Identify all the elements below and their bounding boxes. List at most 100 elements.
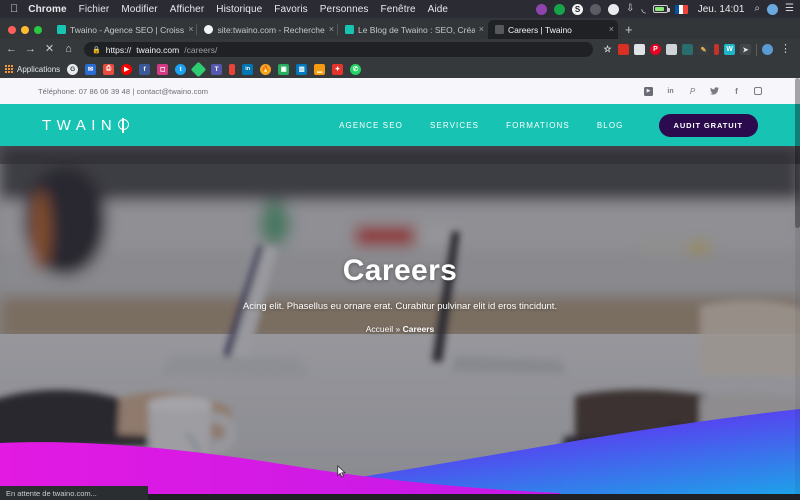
- pinterest-icon[interactable]: P: [650, 44, 661, 55]
- browser-tab[interactable]: Twaino - Agence SEO | Croiss ×: [50, 20, 197, 39]
- bookmarks-bar: Applications G ✉ ⎙ ▶ f ◻ t T in 🔥 ▣ ▥ ▁ …: [0, 60, 800, 78]
- printer-icon[interactable]: ⎙: [103, 63, 115, 75]
- breadcrumb-home-link[interactable]: Accueil: [366, 324, 393, 334]
- extension-teal-icon[interactable]: [682, 44, 693, 55]
- profile-avatar-icon[interactable]: [762, 44, 773, 55]
- site-logo[interactable]: TWAIN: [42, 117, 130, 134]
- teams-icon[interactable]: T: [211, 63, 223, 75]
- mailchimp-icon[interactable]: ✦: [332, 63, 344, 75]
- window-close-button[interactable]: [8, 26, 16, 34]
- french-flag-icon[interactable]: [674, 4, 688, 14]
- forward-button[interactable]: →: [24, 44, 37, 55]
- new-tab-button[interactable]: +: [618, 23, 640, 39]
- facebook-icon[interactable]: f: [139, 63, 151, 75]
- kebab-menu-icon[interactable]: ⋮: [778, 44, 793, 55]
- url-path: /careers/: [184, 44, 218, 55]
- browser-tab-active[interactable]: Careers | Twaino ×: [487, 20, 618, 39]
- apps-grid-icon: [5, 65, 13, 73]
- dropbox-cloud-icon[interactable]: [608, 3, 620, 15]
- bookmark-applications[interactable]: Applications: [5, 65, 60, 74]
- audit-gratuit-button[interactable]: AUDIT GRATUIT: [658, 113, 758, 137]
- back-button[interactable]: ←: [5, 44, 18, 55]
- purple-circle-icon[interactable]: [536, 3, 548, 15]
- wifi-icon[interactable]: ◟: [641, 3, 645, 15]
- linkedin-icon[interactable]: in: [242, 63, 254, 75]
- youtube-icon[interactable]: ▶: [644, 86, 653, 96]
- nav-link-blog[interactable]: BLOG: [597, 121, 624, 130]
- nav-link-agence-seo[interactable]: AGENCE SEO: [339, 121, 403, 130]
- menu-item-modifier[interactable]: Modifier: [121, 4, 157, 15]
- twitter-bird-glyph: [710, 87, 719, 95]
- menu-item-favoris[interactable]: Favoris: [274, 4, 307, 15]
- breadcrumb-separator: »: [393, 324, 403, 334]
- menu-item-chrome[interactable]: Chrome: [28, 4, 66, 15]
- menu-item-afficher[interactable]: Afficher: [170, 4, 205, 15]
- hero-content: Careers Acing elit. Phasellus eu ornare …: [0, 254, 800, 334]
- nav-link-services[interactable]: SERVICES: [430, 121, 479, 130]
- stop-loading-button[interactable]: ✕: [43, 44, 56, 55]
- extension-icons: ☆ P ✎ W ➤ ⋮: [602, 43, 795, 56]
- extension-cloud-icon[interactable]: [634, 44, 645, 55]
- toolbar-divider: [756, 43, 757, 56]
- tab-favicon-icon: [204, 25, 214, 34]
- skype-icon[interactable]: S: [572, 3, 584, 15]
- download-icon[interactable]: ⇩: [626, 4, 634, 14]
- extension-red-icon[interactable]: [618, 44, 629, 55]
- green-circle-icon[interactable]: [554, 3, 566, 15]
- extension-pointer-icon[interactable]: ➤: [740, 44, 751, 55]
- twitter-icon[interactable]: t: [175, 63, 187, 75]
- control-center-icon[interactable]: [767, 3, 779, 15]
- wordpress-w-icon[interactable]: W: [724, 44, 735, 55]
- extension-redbar-icon[interactable]: [714, 44, 719, 55]
- tab-close-icon[interactable]: ×: [188, 25, 193, 34]
- mail-icon[interactable]: ✉: [85, 63, 97, 75]
- twaino-o-logo-icon: [117, 117, 130, 133]
- menu-item-personnes[interactable]: Personnes: [320, 4, 369, 15]
- window-maximize-button[interactable]: [34, 26, 42, 34]
- tab-title: Twaino - Agence SEO | Croiss: [70, 24, 185, 35]
- nav-link-formations[interactable]: FORMATIONS: [506, 121, 570, 130]
- search-icon[interactable]: ⌕: [754, 4, 760, 14]
- extension-grid-icon[interactable]: [666, 44, 677, 55]
- menu-clock[interactable]: Jeu. 14:01: [698, 4, 745, 15]
- tab-close-icon[interactable]: ×: [329, 25, 334, 34]
- instagram-icon[interactable]: [754, 87, 762, 95]
- trello-icon[interactable]: ▥: [296, 63, 308, 75]
- pinterest-icon[interactable]: P: [688, 87, 697, 96]
- web-page: Téléphone: 07 86 06 39 48 | contact@twai…: [0, 78, 800, 500]
- analytics-icon[interactable]: ▁: [314, 63, 326, 75]
- menu-item-aide[interactable]: Aide: [428, 4, 448, 15]
- chrome-icon[interactable]: G: [67, 63, 79, 75]
- menu-item-fenetre[interactable]: Fenêtre: [381, 4, 416, 15]
- twitter-icon[interactable]: [710, 87, 719, 96]
- apple-logo-icon[interactable]: : [10, 3, 18, 15]
- instagram-icon[interactable]: ◻: [157, 63, 169, 75]
- facebook-icon[interactable]: f: [732, 87, 741, 96]
- red-marker-icon[interactable]: [229, 63, 236, 75]
- extension-brush-icon[interactable]: ✎: [698, 44, 709, 55]
- address-bar[interactable]: 🔒 https:// twaino.com/careers/: [84, 42, 593, 57]
- green-diamond-icon[interactable]: [190, 61, 207, 77]
- youtube-icon[interactable]: ▶: [121, 63, 133, 75]
- tab-title: Careers | Twaino: [507, 24, 572, 35]
- flame-icon[interactable]: 🔥: [260, 63, 272, 75]
- list-icon[interactable]: ☰: [785, 4, 794, 14]
- bookmark-star-icon[interactable]: ☆: [602, 44, 613, 55]
- window-minimize-button[interactable]: [21, 26, 29, 34]
- menu-item-historique[interactable]: Historique: [216, 4, 262, 15]
- home-button[interactable]: ⌂: [62, 44, 75, 55]
- menu-item-fichier[interactable]: Fichier: [79, 4, 110, 15]
- tab-close-icon[interactable]: ×: [479, 25, 484, 34]
- image-icon[interactable]: ▣: [278, 63, 290, 75]
- window-controls[interactable]: [4, 26, 50, 39]
- page-scrollbar[interactable]: [795, 78, 800, 500]
- whatsapp-icon[interactable]: ✆: [350, 63, 362, 75]
- status-bar: En attente de twaino.com...: [0, 486, 148, 500]
- battery-icon[interactable]: [652, 5, 670, 13]
- browser-tab[interactable]: site:twaino.com - Recherche ×: [196, 20, 338, 39]
- linkedin-icon[interactable]: in: [666, 87, 675, 96]
- status-text: En attente de twaino.com...: [6, 488, 97, 498]
- tab-close-icon[interactable]: ×: [609, 25, 614, 34]
- grey-icon[interactable]: [590, 3, 602, 15]
- browser-tab[interactable]: Le Blog de Twaino : SEO, Créa ×: [336, 20, 488, 39]
